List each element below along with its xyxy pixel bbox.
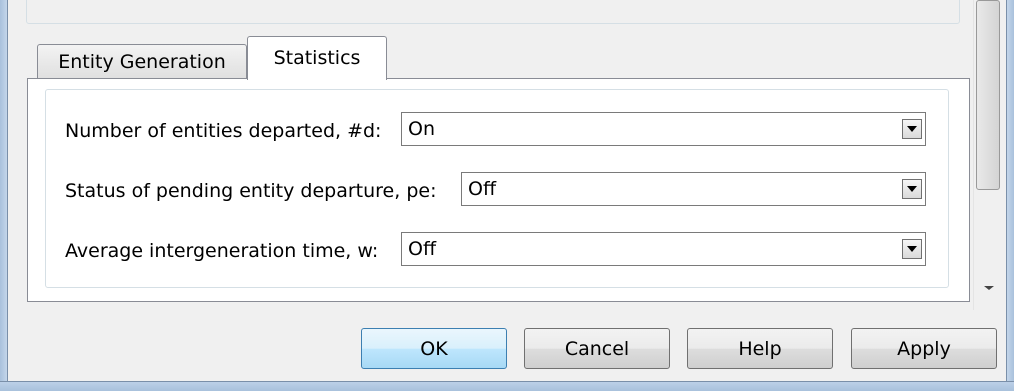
selected-value: Off xyxy=(408,238,437,260)
tab-label: Entity Generation xyxy=(58,50,226,73)
intergeneration-time-select[interactable]: Off xyxy=(401,232,926,266)
tab-entity-generation[interactable]: Entity Generation xyxy=(37,44,247,78)
vertical-scrollbar[interactable] xyxy=(973,0,1003,310)
tab-statistics[interactable]: Statistics xyxy=(247,36,387,80)
chevron-down-icon[interactable] xyxy=(902,119,922,139)
window-frame-right xyxy=(1006,0,1014,390)
pending-departure-label: Status of pending entity departure, pe: xyxy=(65,180,437,202)
entities-departed-select[interactable]: On xyxy=(401,112,926,146)
apply-button[interactable]: Apply xyxy=(851,328,997,369)
tab-label: Statistics xyxy=(273,47,361,69)
window-frame-left xyxy=(0,0,8,390)
upper-group-panel xyxy=(26,0,960,24)
statistics-tab-page: Number of entities departed, #d: On Stat… xyxy=(27,78,970,302)
entities-departed-label: Number of entities departed, #d: xyxy=(65,120,382,142)
cancel-button[interactable]: Cancel xyxy=(524,328,670,369)
statistics-group-box: Number of entities departed, #d: On Stat… xyxy=(45,89,949,288)
ok-button[interactable]: OK xyxy=(361,328,507,369)
chevron-down-icon[interactable] xyxy=(902,239,922,259)
intergeneration-time-label: Average intergeneration time, w: xyxy=(65,240,379,262)
chevron-down-icon[interactable] xyxy=(902,179,922,199)
selected-value: Off xyxy=(468,178,497,200)
help-button[interactable]: Help xyxy=(687,328,833,369)
scroll-down-arrow-icon[interactable] xyxy=(984,286,994,290)
scrollbar-thumb[interactable] xyxy=(976,0,1000,190)
selected-value: On xyxy=(408,118,435,140)
pending-departure-select[interactable]: Off xyxy=(461,172,926,206)
